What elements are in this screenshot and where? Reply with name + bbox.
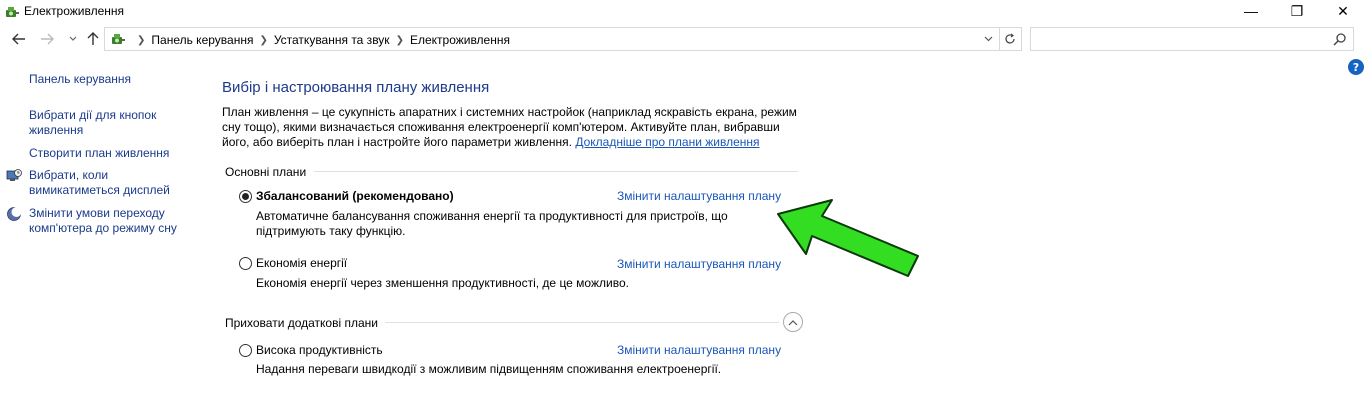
up-button[interactable] bbox=[84, 30, 102, 48]
plan-name-high-performance[interactable]: Висока продуктивність bbox=[256, 343, 383, 357]
group-header-hide-additional-plans[interactable]: Приховати додаткові плани bbox=[225, 316, 378, 330]
back-button[interactable] bbox=[10, 30, 28, 48]
change-plan-settings-link-power-saver[interactable]: Змінити налаштування плану bbox=[617, 257, 781, 271]
breadcrumb-hardware-sound[interactable]: Устаткування та звук bbox=[274, 33, 390, 47]
learn-more-link[interactable]: Докладніше про плани живлення bbox=[575, 135, 759, 149]
chevron-up-icon bbox=[788, 319, 798, 325]
plan-name-balanced[interactable]: Збалансований (рекомендовано) bbox=[256, 189, 454, 203]
address-bar[interactable]: ❯ Панель керування ❯ Устаткування та зву… bbox=[104, 27, 1000, 51]
search-input[interactable] bbox=[1030, 27, 1354, 51]
sidebar-item-control-panel-home[interactable]: Панель керування bbox=[29, 72, 131, 87]
annotation-arrow-icon bbox=[777, 199, 919, 277]
display-timer-icon bbox=[6, 169, 22, 181]
address-dropdown-button[interactable] bbox=[981, 31, 995, 47]
minimize-button[interactable]: — bbox=[1228, 0, 1274, 22]
change-plan-settings-link-high-performance[interactable]: Змінити налаштування плану bbox=[617, 343, 781, 357]
arrow-up-icon bbox=[87, 32, 99, 45]
collapse-additional-plans-button[interactable] bbox=[783, 312, 803, 332]
power-options-icon bbox=[6, 7, 19, 17]
breadcrumb-separator-icon[interactable]: ❯ bbox=[137, 35, 145, 46]
forward-button[interactable] bbox=[38, 30, 56, 48]
plan-radio-high-performance[interactable] bbox=[239, 344, 252, 357]
plan-description-balanced: Автоматичне балансування споживання енер… bbox=[256, 209, 728, 238]
title-bar: Електроживлення — ❐ ✕ bbox=[0, 0, 1366, 24]
close-button[interactable]: ✕ bbox=[1320, 0, 1366, 22]
refresh-icon bbox=[1004, 33, 1015, 44]
breadcrumb-separator-icon[interactable]: ❯ bbox=[259, 35, 267, 46]
chevron-down-icon bbox=[984, 36, 992, 42]
sidebar-item-display-off[interactable]: Вибрати, коли вимикатиметься дисплей bbox=[29, 168, 189, 198]
plan-radio-balanced[interactable] bbox=[239, 190, 252, 203]
power-options-icon bbox=[112, 34, 125, 44]
maximize-button[interactable]: ❐ bbox=[1274, 0, 1320, 22]
navigation-bar: ❯ Панель керування ❯ Устаткування та зву… bbox=[0, 26, 1366, 52]
help-icon[interactable]: ? bbox=[1348, 59, 1364, 75]
recent-locations-button[interactable] bbox=[64, 30, 82, 48]
moon-sleep-icon bbox=[7, 207, 22, 221]
group-divider bbox=[385, 322, 779, 323]
arrow-left-icon bbox=[12, 33, 25, 45]
sidebar-item-create-plan[interactable]: Створити план живлення bbox=[29, 146, 169, 161]
window-title: Електроживлення bbox=[24, 4, 125, 18]
page-description: План живлення – це сукупність апаратних … bbox=[222, 105, 802, 150]
breadcrumb-power-options[interactable]: Електроживлення bbox=[410, 33, 510, 47]
page-title: Вибір і настроювання плану живлення bbox=[222, 79, 490, 96]
group-divider bbox=[314, 171, 798, 172]
breadcrumb: ❯ Панель керування ❯ Устаткування та зву… bbox=[131, 33, 510, 47]
refresh-button[interactable] bbox=[998, 27, 1022, 51]
plan-radio-power-saver[interactable] bbox=[239, 257, 252, 270]
change-plan-settings-link-balanced[interactable]: Змінити налаштування плану bbox=[617, 189, 781, 203]
arrow-right-icon bbox=[41, 33, 54, 45]
plan-description-high-performance: Надання переваги швидкодії з можливим пі… bbox=[256, 362, 722, 376]
chevron-down-icon bbox=[69, 36, 77, 41]
search-icon[interactable] bbox=[1333, 32, 1347, 46]
plan-name-power-saver[interactable]: Економія енергії bbox=[256, 256, 347, 270]
plan-description-power-saver: Економія енергії через зменшення продукт… bbox=[256, 276, 629, 290]
breadcrumb-control-panel[interactable]: Панель керування bbox=[151, 33, 253, 47]
sidebar-item-power-buttons[interactable]: Вибрати дії для кнопок живлення bbox=[29, 108, 189, 138]
sidebar-item-sleep-settings[interactable]: Змінити умови переходу комп'ютера до реж… bbox=[29, 206, 199, 236]
group-header-primary-plans: Основні плани bbox=[225, 165, 307, 179]
breadcrumb-separator-icon[interactable]: ❯ bbox=[396, 35, 404, 46]
